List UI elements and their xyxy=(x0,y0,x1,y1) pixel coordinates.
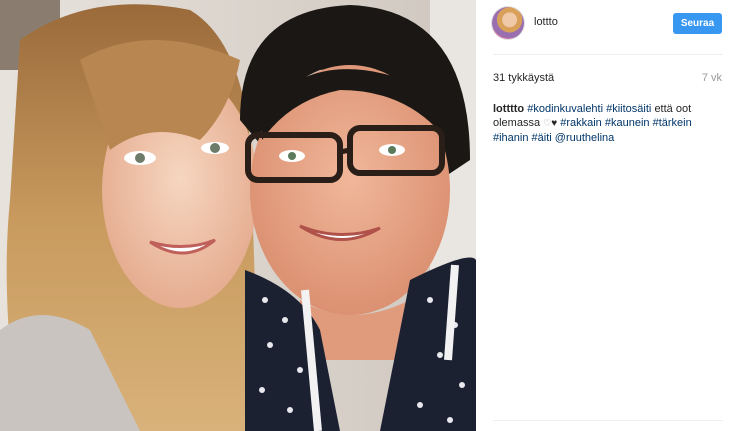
follow-button[interactable]: Seuraa xyxy=(673,13,722,34)
hashtag-link[interactable]: #kaunein xyxy=(605,117,650,129)
post-header: lottto Seuraa xyxy=(492,7,724,39)
post-photo[interactable] xyxy=(0,0,476,431)
hashtag-link[interactable]: #ihanin xyxy=(493,132,528,144)
post-side-panel: lottto Seuraa 31 tykkäystä 7 vk lotttto … xyxy=(476,0,738,431)
heart-outline-icon: ♡ xyxy=(543,118,552,128)
hashtag-link[interactable]: #kiitosäiti xyxy=(606,103,651,115)
hashtag-link[interactable]: #äiti xyxy=(532,132,552,144)
hashtag-link[interactable]: #kodinkuvalehti xyxy=(527,103,603,115)
selfie-image xyxy=(0,0,476,431)
header-divider xyxy=(493,54,723,55)
caption-author-link[interactable]: lotttto xyxy=(493,103,524,115)
mention-link[interactable]: @ruuthelina xyxy=(555,132,614,144)
avatar[interactable] xyxy=(492,7,524,39)
footer-divider xyxy=(493,420,723,421)
likes-count[interactable]: 31 tykkäystä xyxy=(493,72,554,84)
heart-icon: ♥ xyxy=(551,118,558,129)
hashtag-link[interactable]: #rakkain xyxy=(560,117,602,129)
post-time[interactable]: 7 vk xyxy=(702,72,722,84)
post-caption: lotttto #kodinkuvalehti #kiitosäiti että… xyxy=(493,102,725,145)
hashtag-link[interactable]: #tärkein xyxy=(653,117,692,129)
username-link[interactable]: lottto xyxy=(534,16,558,28)
